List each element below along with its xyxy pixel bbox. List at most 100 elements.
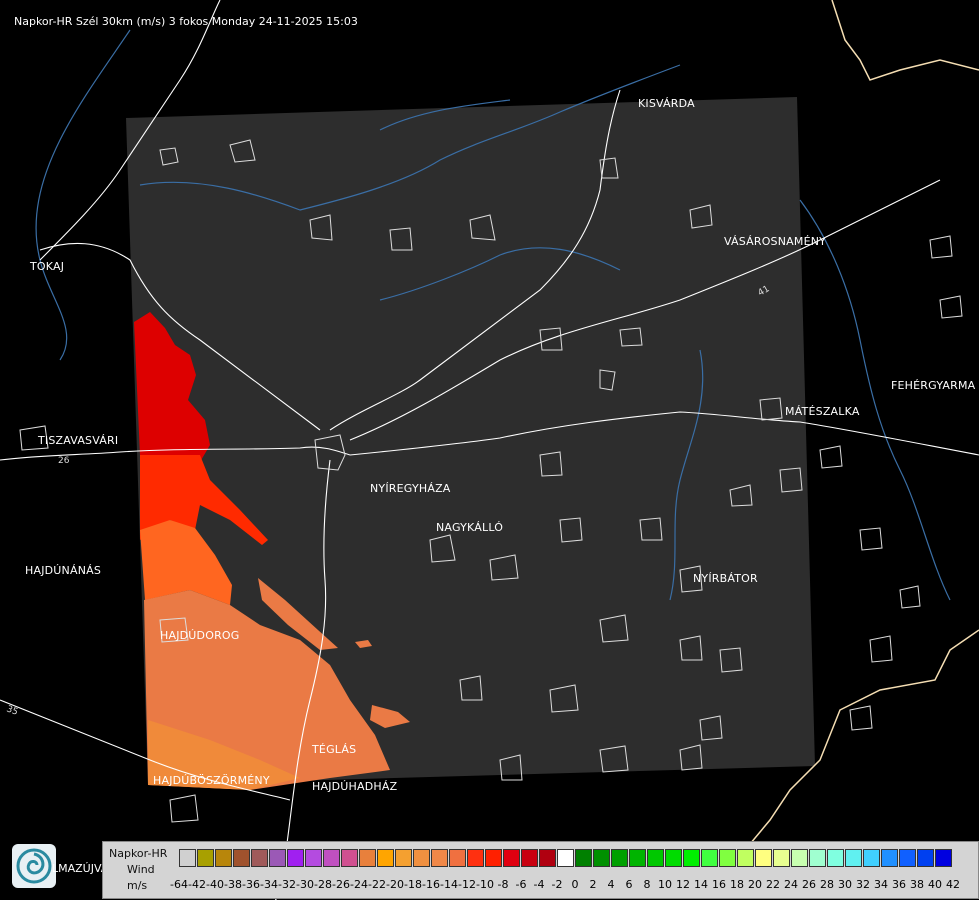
legend-unit: m/s (127, 879, 148, 892)
legend-ticks: -64 -42 -40 -38 -36 -34 -32 -30 -28 -26 -24 -22 -20-… (170, 878, 979, 892)
legend-swatch (359, 849, 376, 867)
legend-swatch (665, 849, 682, 867)
wind-legend: Napkor-HR Wind m/s -64 -42 -40 -38 -36 -34 -32… (102, 841, 979, 899)
city-label-nyiregyhaza: NYÍREGYHÁZA (370, 482, 451, 495)
legend-tick-label: 10 (658, 878, 672, 891)
legend-tick-label: 12 (676, 878, 690, 891)
legend-tick-label: 18 (730, 878, 744, 891)
city-label-kisvarda: KISVÁRDA (638, 97, 695, 110)
legend-swatch (629, 849, 646, 867)
legend-swatch (827, 849, 844, 867)
legend-swatch (233, 849, 250, 867)
legend-tick-label: 0 (571, 878, 579, 891)
legend-swatch (341, 849, 358, 867)
legend-swatch (575, 849, 592, 867)
legend-swatch (179, 849, 196, 867)
map-title: Napkor-HR Szél 30km (m/s) 3 fokos Monday… (14, 15, 358, 28)
legend-swatch (215, 849, 232, 867)
legend-swatch (323, 849, 340, 867)
city-label-tiszavasvari: TISZAVASVÁRI (38, 434, 119, 447)
legend-swatch (881, 849, 898, 867)
legend-swatch (287, 849, 304, 867)
legend-swatch (503, 849, 520, 867)
city-label-hajdudorog: HAJDÚDOROG (160, 629, 240, 642)
legend-swatch (467, 849, 484, 867)
city-label-hajduhadhaz: HAJDÚHADHÁZ (312, 780, 398, 793)
legend-swatch (269, 849, 286, 867)
legend-swatch (737, 849, 754, 867)
legend-swatch (935, 849, 952, 867)
city-label-nagykallo: NAGYKÁLLÓ (436, 521, 504, 534)
city-label-teglas: TÉGLÁS (312, 743, 357, 756)
legend-swatch (611, 849, 628, 867)
legend-swatch (845, 849, 862, 867)
legend-tick-label: -32 (278, 878, 296, 891)
legend-tick-label: -42 (188, 878, 206, 891)
legend-color-scale (179, 849, 953, 869)
legend-tick-label: -24 (350, 878, 368, 891)
legend-tick-label: -4 (533, 878, 545, 891)
legend-tick-label: -36 (242, 878, 260, 891)
city-label-hajdunanas: HAJDÚNÁNÁS (25, 564, 102, 577)
legend-tick-label: -28 (314, 878, 332, 891)
legend-swatch (593, 849, 610, 867)
legend-tick-label: 34 (874, 878, 888, 891)
legend-tick-label: -34 (260, 878, 278, 891)
legend-swatch (485, 849, 502, 867)
city-label-nyirbator: NYÍRBÁTOR (693, 572, 758, 585)
legend-swatch (863, 849, 880, 867)
legend-tick-label: -40 (206, 878, 224, 891)
legend-tick-label: 42 (946, 878, 960, 891)
legend-swatch (449, 849, 466, 867)
legend-tick-label: 40 (928, 878, 942, 891)
legend-tick-label: 32 (856, 878, 870, 891)
legend-swatch (377, 849, 394, 867)
legend-tick-label: 14 (694, 878, 708, 891)
legend-tick-label: 30 (838, 878, 852, 891)
legend-tick-label: 4 (607, 878, 615, 891)
legend-swatch (683, 849, 700, 867)
legend-model-name: Napkor-HR (109, 847, 168, 860)
legend-variable: Wind (127, 863, 155, 876)
legend-swatch (701, 849, 718, 867)
city-label-vasarosnameny: VÁSÁROSNAMÉNY (724, 235, 827, 248)
city-label-hajduboszormeny: HAJDÚBÖSZÖRMÉNY (153, 774, 270, 787)
legend-tick-label: -14 (440, 878, 458, 891)
legend-tick-label: -12 (458, 878, 476, 891)
legend-tick-label: -10 (476, 878, 494, 891)
legend-tick-label: 20 (748, 878, 762, 891)
road-number-26: 26 (58, 456, 70, 466)
legend-tick-label: 16 (712, 878, 726, 891)
legend-tick-label: 8 (643, 878, 651, 891)
city-label-mateszalka: MÁTÉSZALKA (785, 405, 860, 418)
legend-tick-label: -2 (551, 878, 563, 891)
legend-tick-label: 26 (802, 878, 816, 891)
legend-swatch (197, 849, 214, 867)
map-viewer: 26 35 41 Napkor-HR Szél 30km (m/s) 3 fok… (0, 0, 979, 900)
legend-tick-label: -38 (224, 878, 242, 891)
legend-tick-label: -30 (296, 878, 314, 891)
city-label-tokaj: TOKAJ (30, 260, 65, 273)
legend-swatch (413, 849, 430, 867)
legend-swatch (539, 849, 556, 867)
legend-swatch (521, 849, 538, 867)
legend-tick-label: 38 (910, 878, 924, 891)
legend-tick-label: 28 (820, 878, 834, 891)
legend-swatch (431, 849, 448, 867)
legend-swatch (647, 849, 664, 867)
legend-swatch (773, 849, 790, 867)
legend-tick-label: 24 (784, 878, 798, 891)
legend-swatch (251, 849, 268, 867)
legend-tick-label: 36 (892, 878, 906, 891)
legend-swatch (899, 849, 916, 867)
legend-swatch (395, 849, 412, 867)
legend-tick-label: 22 (766, 878, 780, 891)
city-label-fehergyarmat: FEHÉRGYARMA (891, 379, 976, 392)
legend-tick-label: -6 (515, 878, 527, 891)
legend-swatch (719, 849, 736, 867)
legend-swatch (791, 849, 808, 867)
legend-swatch (917, 849, 934, 867)
legend-tick-label: 2 (589, 878, 597, 891)
napkor-swirl-logo-icon (12, 844, 56, 888)
legend-swatch (305, 849, 322, 867)
